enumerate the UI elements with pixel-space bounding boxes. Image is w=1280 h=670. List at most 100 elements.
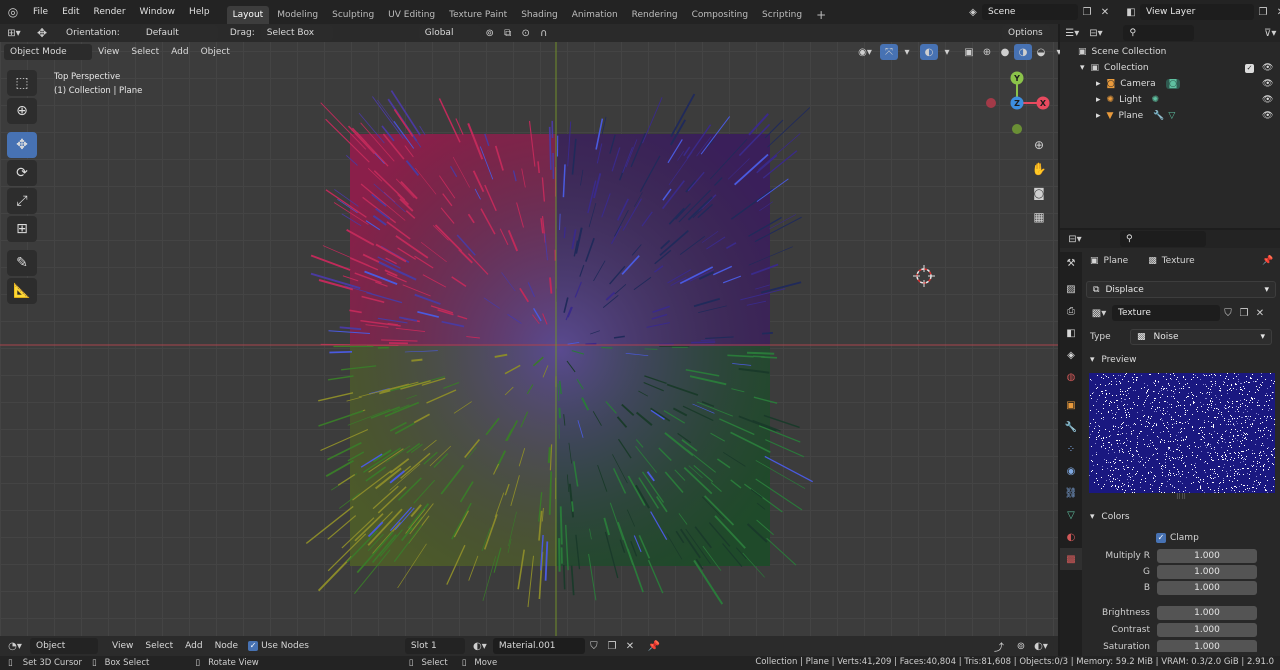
modifier-wrench-icon[interactable]: 🔧 xyxy=(1153,111,1164,121)
properties-search-input[interactable]: ⚲ xyxy=(1120,231,1206,247)
outliner-search-input[interactable]: ⚲ xyxy=(1123,25,1195,41)
tab-texture-paint[interactable]: Texture Paint xyxy=(443,6,513,24)
expand-arrow-icon[interactable]: ▸ xyxy=(1096,111,1101,121)
overlay-node-icon[interactable]: ◐▾ xyxy=(1032,638,1050,654)
plane-visibility-icon[interactable]: 👁 xyxy=(1262,111,1273,121)
menu-edit[interactable]: Edit xyxy=(55,0,86,24)
tree-row-collection[interactable]: ▾ ▣ Collection ✓ 👁 xyxy=(1060,60,1280,76)
texture-name-field[interactable]: Texture xyxy=(1112,305,1220,321)
clamp-checkbox-icon[interactable]: ✓ xyxy=(1156,533,1166,543)
multiply-g-field[interactable]: 1.000 xyxy=(1157,565,1257,579)
render-tab-icon[interactable]: ▨ xyxy=(1060,278,1082,300)
use-nodes-toggle[interactable]: ✓ Use Nodes xyxy=(248,641,309,651)
cursor-tool-icon[interactable]: ⊕ xyxy=(7,98,37,124)
gizmo-toggle-icon[interactable]: ⤧ xyxy=(880,44,898,60)
scene-tab-icon[interactable]: ◈ xyxy=(1060,344,1082,366)
modifier-tab-icon[interactable]: 🔧 xyxy=(1060,416,1082,438)
menu-window[interactable]: Window xyxy=(133,0,183,24)
use-nodes-checkbox-icon[interactable]: ✓ xyxy=(248,641,259,651)
tab-rendering[interactable]: Rendering xyxy=(626,6,684,24)
contrast-field[interactable]: 1.000 xyxy=(1157,622,1257,637)
tool-tab-icon[interactable]: ⚒ xyxy=(1060,252,1082,274)
snap-icon[interactable]: ⧉ xyxy=(499,25,517,41)
view-layer-field[interactable]: View Layer xyxy=(1140,4,1254,20)
light-data-icon[interactable]: ✺ xyxy=(1152,95,1160,105)
scene-icon[interactable]: ◈ xyxy=(964,4,982,20)
xray-icon[interactable]: ▣ xyxy=(960,44,978,60)
filter-icon[interactable]: ⊽▾ xyxy=(1260,25,1280,41)
material-field[interactable]: Material.001 xyxy=(492,638,585,654)
mesh-data-icon[interactable]: ▽ xyxy=(1168,111,1175,121)
zoom-icon[interactable]: ⊕ xyxy=(1029,136,1049,154)
gizmo-menu-icon[interactable]: ▾ xyxy=(898,44,916,60)
tab-animation[interactable]: Animation xyxy=(566,6,624,24)
data-tab-icon[interactable]: ▽ xyxy=(1060,504,1082,526)
proportional-edit-icon[interactable]: ⊙ xyxy=(517,25,535,41)
colors-panel-header[interactable]: ▾ Colors xyxy=(1086,508,1276,526)
menu-object[interactable]: Object xyxy=(195,47,236,57)
menu-add[interactable]: Add xyxy=(165,47,194,57)
measure-tool-icon[interactable]: 📐 xyxy=(7,278,37,304)
snap-node-icon[interactable]: ⊚ xyxy=(1012,638,1030,654)
new-scene-icon[interactable]: ❐ xyxy=(1078,4,1096,20)
rendered-shading-icon[interactable]: ◒ xyxy=(1032,44,1050,60)
tab-shading[interactable]: Shading xyxy=(515,6,564,24)
perspective-grid-icon[interactable]: ▦ xyxy=(1029,208,1049,226)
menu-file[interactable]: File xyxy=(26,0,55,24)
delete-scene-icon[interactable]: ✕ xyxy=(1096,4,1114,20)
menu-view[interactable]: View xyxy=(92,47,125,57)
solid-shading-icon[interactable]: ● xyxy=(996,44,1014,60)
properties-editor-type-icon[interactable]: ⊟▾ xyxy=(1060,231,1090,247)
multiply-b-field[interactable]: 1.000 xyxy=(1157,581,1257,595)
pin-icon[interactable]: 📌 xyxy=(645,638,663,654)
fake-user-icon[interactable]: ⛉ xyxy=(585,638,603,654)
physics-tab-icon[interactable]: ◉ xyxy=(1060,460,1082,482)
camera-visibility-icon[interactable]: 👁 xyxy=(1262,79,1273,89)
texture-user-dropdown[interactable]: ⧉ Displace ▾ xyxy=(1086,281,1276,298)
new-view-layer-icon[interactable]: ❐ xyxy=(1254,4,1272,20)
expand-arrow-icon[interactable]: ▸ xyxy=(1096,79,1101,89)
tab-modeling[interactable]: Modeling xyxy=(271,6,324,24)
menu-render[interactable]: Render xyxy=(87,0,133,24)
tab-layout[interactable]: Layout xyxy=(226,6,270,24)
navigation-gizmo[interactable]: Y X Z xyxy=(986,71,1050,135)
output-tab-icon[interactable]: ⎙ xyxy=(1060,300,1082,322)
pivot-point-icon[interactable]: ⊚ xyxy=(481,25,499,41)
transform-tool-icon[interactable]: ⊞ xyxy=(7,216,37,242)
shader-menu-select[interactable]: Select xyxy=(139,641,179,651)
wireframe-shading-icon[interactable]: ⊕ xyxy=(978,44,996,60)
tree-row-light[interactable]: ▸ ✺ Light ✺ 👁 xyxy=(1060,92,1280,108)
shader-object-dropdown[interactable]: Object xyxy=(30,638,98,654)
preview-panel-header[interactable]: ▾ Preview xyxy=(1086,351,1276,369)
shader-menu-node[interactable]: Node xyxy=(209,641,245,651)
rotate-tool-icon[interactable]: ⟳ xyxy=(7,160,37,186)
outliner-editor-type-icon[interactable]: ☰▾ xyxy=(1060,25,1085,41)
brightness-field[interactable]: 1.000 xyxy=(1157,605,1257,620)
transform-orientation-dropdown[interactable]: Global xyxy=(418,25,481,41)
move-tool-icon[interactable]: ✥ xyxy=(7,132,37,158)
orientation-dropdown[interactable]: Default xyxy=(139,25,218,41)
tab-uv-editing[interactable]: UV Editing xyxy=(382,6,441,24)
material-tab-icon[interactable]: ◐ xyxy=(1060,526,1082,548)
pan-hand-icon[interactable]: ✋ xyxy=(1029,160,1049,178)
tree-row-scene-collection[interactable]: ▣ Scene Collection xyxy=(1060,44,1280,60)
tab-compositing[interactable]: Compositing xyxy=(686,6,754,24)
editor-type-icon[interactable]: ⊞▾ xyxy=(0,25,28,41)
clamp-toggle[interactable]: ✓ Clamp xyxy=(1086,531,1276,545)
3d-cursor-icon[interactable] xyxy=(913,265,935,287)
parent-node-icon[interactable]: ⤴ xyxy=(990,638,1008,654)
constraints-tab-icon[interactable]: ⛓ xyxy=(1060,482,1082,504)
shader-menu-view[interactable]: View xyxy=(106,641,139,651)
tab-sculpting[interactable]: Sculpting xyxy=(326,6,380,24)
texture-browse-icon[interactable]: ▩▾ xyxy=(1086,305,1112,321)
fake-user-icon[interactable]: ⛉ xyxy=(1220,305,1236,321)
menu-select[interactable]: Select xyxy=(125,47,165,57)
saturation-field[interactable]: 1.000 xyxy=(1157,639,1257,652)
material-shading-icon[interactable]: ◑ xyxy=(1014,44,1032,60)
view-layer-tab-icon[interactable]: ◧ xyxy=(1060,322,1082,344)
expand-arrow-icon[interactable]: ▾ xyxy=(1080,63,1085,73)
object-tab-icon[interactable]: ▣ xyxy=(1060,394,1082,416)
blender-logo-icon[interactable]: ◎ xyxy=(0,4,26,20)
camera-view-icon[interactable]: ◙ xyxy=(1029,184,1049,202)
shader-menu-add[interactable]: Add xyxy=(179,641,208,651)
